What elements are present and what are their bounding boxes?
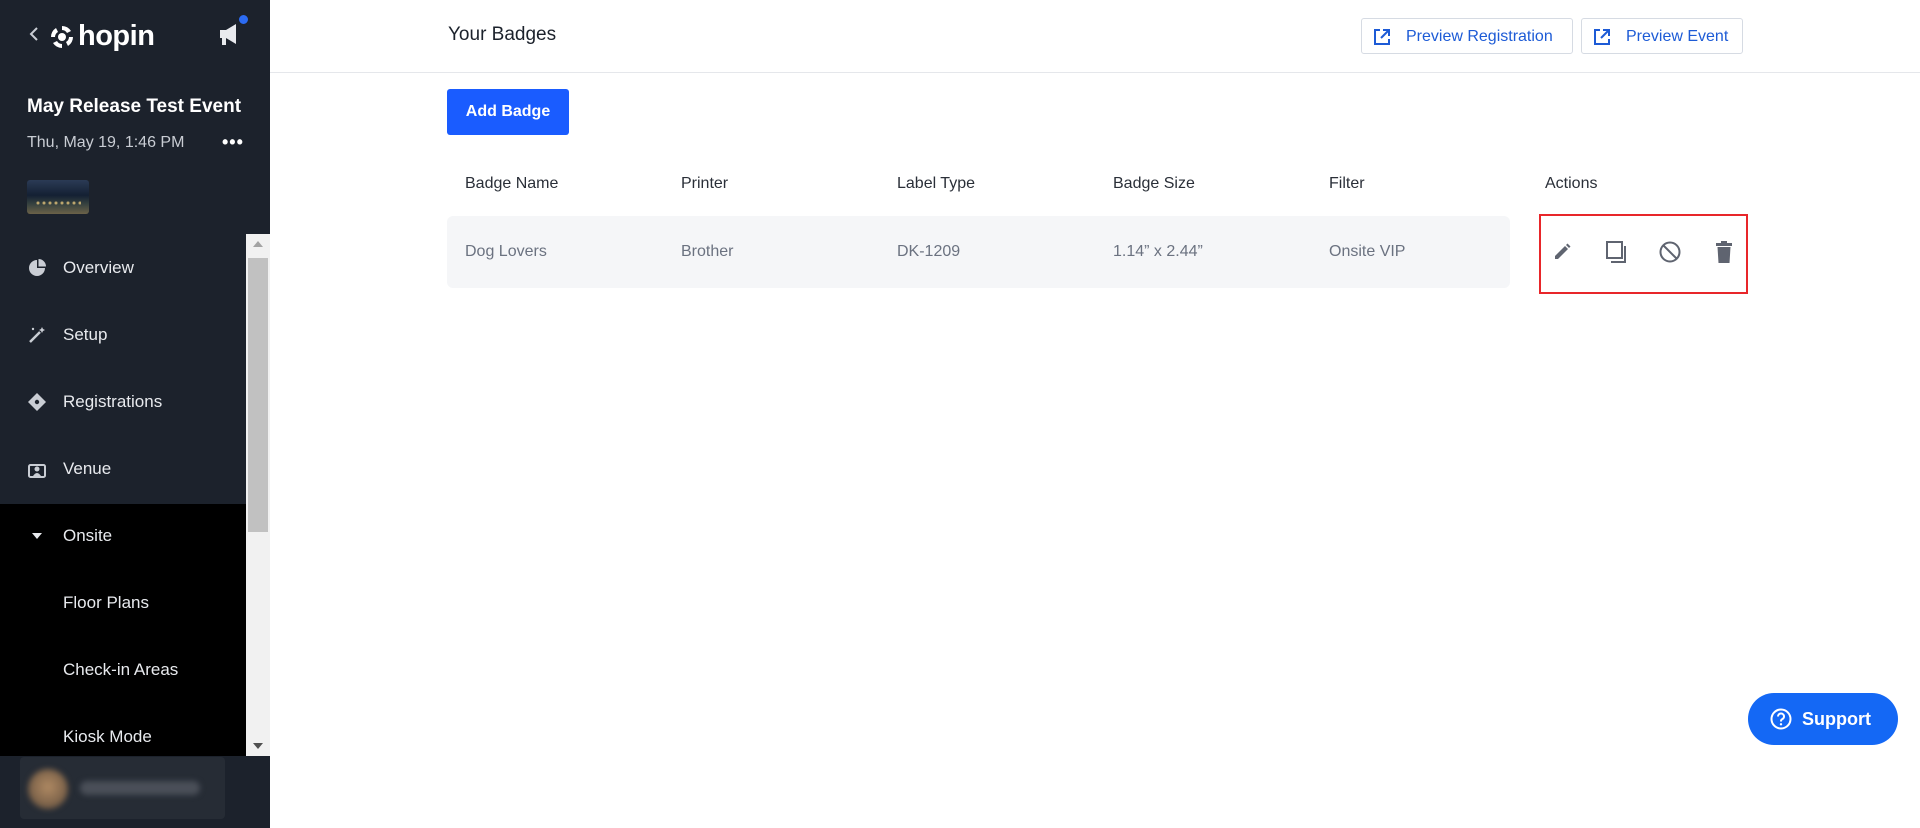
sidebar-item-kiosk-mode[interactable]: Kiosk Mode (0, 703, 246, 756)
magic-wand-icon (29, 326, 45, 343)
cell-label-type: DK-1209 (897, 243, 961, 260)
page-header: Your Badges Preview Registration Preview… (270, 0, 1920, 73)
cell-badge-name: Dog Lovers (465, 243, 547, 260)
cell-printer: Brother (681, 243, 734, 260)
disable-icon (1659, 241, 1681, 263)
user-profile[interactable] (20, 757, 225, 819)
sidebar-item-check-in-areas[interactable]: Check-in Areas (0, 636, 246, 703)
sidebar-item-label: Overview (63, 257, 134, 277)
sidebar: hopin May Release Test Event Thu, May 19… (0, 0, 270, 828)
preview-event-label: Preview Event (1626, 28, 1729, 45)
external-link-icon (1374, 29, 1390, 45)
sidebar-item-label: Onsite (63, 525, 113, 545)
add-badge-button[interactable]: Add Badge (447, 89, 569, 135)
event-date: Thu, May 19, 1:46 PM (27, 134, 185, 151)
external-link-icon (1594, 29, 1610, 45)
scrollbar-thumb[interactable] (248, 258, 268, 532)
column-header-badge-size[interactable]: Badge Size (1113, 175, 1195, 193)
duplicate-button[interactable] (1603, 237, 1629, 267)
sidebar-item-overview[interactable]: Overview (0, 234, 246, 301)
delete-button[interactable] (1711, 237, 1737, 267)
delete-icon (1716, 241, 1732, 263)
help-circle-icon (1770, 708, 1792, 730)
sidebar-item-setup[interactable]: Setup (0, 301, 246, 368)
sidebar-header: hopin (0, 0, 270, 70)
column-header-actions: Actions (1545, 175, 1598, 192)
caret-down-icon (32, 532, 42, 539)
cell-filter: Onsite VIP (1329, 243, 1406, 260)
sidebar-item-label: Floor Plans (63, 592, 149, 612)
column-header-badge-name[interactable]: Badge Name (465, 175, 558, 193)
sidebar-item-onsite[interactable]: Onsite (0, 502, 246, 569)
cell-badge-size: 1.14” x 2.44” (1113, 243, 1203, 260)
edit-button[interactable] (1549, 237, 1575, 267)
preview-registration-button[interactable]: Preview Registration (1361, 18, 1573, 54)
chevron-left-icon[interactable] (26, 24, 42, 44)
edit-icon (1555, 243, 1571, 259)
event-thumbnail (27, 180, 89, 214)
hopin-logo[interactable]: hopin (50, 20, 155, 53)
sidebar-scrollbar[interactable] (246, 234, 270, 756)
preview-event-button[interactable]: Preview Event (1581, 18, 1743, 54)
sidebar-nav: Overview Setup Registrations Venue Onsit… (0, 234, 270, 756)
avatar (28, 769, 68, 809)
disable-button[interactable] (1657, 237, 1683, 267)
logo-text: hopin (78, 20, 155, 52)
more-options-icon[interactable]: ••• (222, 132, 244, 153)
scroll-up-arrow[interactable] (253, 241, 263, 247)
hopin-logo-icon (51, 25, 73, 48)
venue-icon (28, 463, 46, 478)
sidebar-item-label: Kiosk Mode (63, 726, 152, 746)
column-header-printer[interactable]: Printer (681, 175, 728, 193)
sidebar-item-floor-plans[interactable]: Floor Plans (0, 569, 246, 636)
support-button[interactable]: Support (1748, 693, 1898, 745)
column-header-label-type[interactable]: Label Type (897, 175, 975, 193)
scroll-down-arrow[interactable] (253, 743, 263, 749)
column-header-filter[interactable]: Filter (1329, 175, 1365, 193)
sidebar-item-label: Check-in Areas (63, 659, 179, 679)
duplicate-icon (1606, 241, 1626, 263)
support-label: Support (1802, 709, 1871, 729)
main-content: Your Badges Preview Registration Preview… (270, 0, 1920, 828)
sidebar-item-label: Venue (63, 458, 112, 478)
page-title: Your Badges (448, 24, 557, 45)
preview-registration-label: Preview Registration (1406, 28, 1553, 45)
ticket-icon (28, 392, 46, 411)
notification-dot (237, 13, 250, 26)
sidebar-item-registrations[interactable]: Registrations (0, 368, 246, 435)
event-title: May Release Test Event (27, 96, 242, 117)
sidebar-item-label: Registrations (63, 391, 163, 411)
user-name-blurred (80, 781, 200, 795)
sidebar-item-venue[interactable]: Venue (0, 435, 246, 502)
pie-chart-icon (29, 258, 46, 276)
sidebar-item-label: Setup (63, 324, 108, 344)
